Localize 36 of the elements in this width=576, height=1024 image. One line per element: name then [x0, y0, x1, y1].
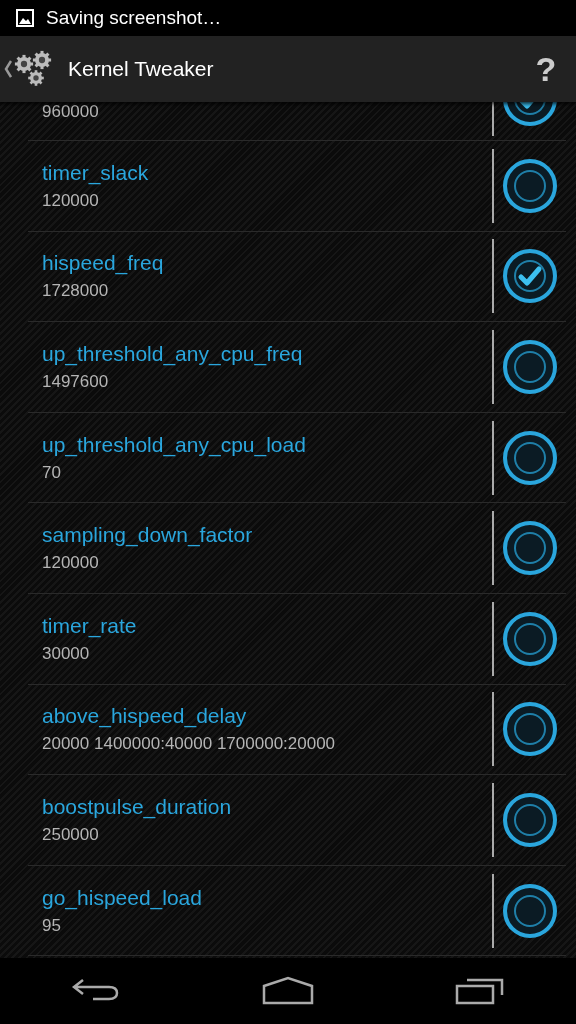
checkbox[interactable] [502, 610, 558, 667]
setting-name: go_hispeed_load [42, 885, 203, 910]
checkbox[interactable] [502, 701, 558, 758]
setting-name: timer_slack [42, 160, 150, 185]
setting-name: hispeed_freq [42, 251, 165, 276]
setting-value: 250000 [42, 824, 100, 845]
setting-value: 30000 [42, 643, 91, 664]
setting-value: 120000 [42, 553, 100, 574]
setting-value: 95 [42, 915, 62, 936]
setting-name: boostpulse_duration [42, 794, 233, 819]
help-button[interactable]: ? [516, 49, 576, 89]
setting-value: 960000 [42, 102, 100, 122]
checkbox[interactable] [502, 520, 558, 577]
setting-value: 20000 1400000:40000 1700000:20000 [42, 734, 337, 755]
chevron-icon[interactable] [4, 60, 12, 78]
checkbox[interactable] [502, 882, 558, 939]
image-icon [16, 9, 34, 27]
checkbox[interactable] [502, 429, 558, 486]
setting-value: 120000 [42, 190, 100, 211]
setting-name: up_threshold_any_cpu_freq [42, 342, 304, 366]
checkbox[interactable] [502, 248, 558, 305]
setting-value: 1497600 [42, 372, 110, 392]
recents-icon[interactable] [455, 976, 506, 1006]
home-icon[interactable] [262, 976, 314, 1006]
setting-name: timer_rate [42, 613, 138, 638]
setting-value: 70 [42, 462, 62, 483]
setting-value: 1728000 [42, 281, 110, 302]
setting-name: up_threshold_any_cpu_load [42, 432, 307, 457]
gears-icon[interactable] [14, 50, 54, 88]
checkbox[interactable] [502, 157, 558, 214]
setting-name: above_hispeed_delay [42, 704, 248, 729]
checkbox[interactable] [502, 791, 558, 848]
setting-name: sampling_down_factor [42, 523, 254, 548]
notification-text: Saving screenshot… [46, 7, 222, 29]
checkbox[interactable] [502, 339, 558, 395]
app-title: Kernel Tweaker [68, 57, 215, 81]
